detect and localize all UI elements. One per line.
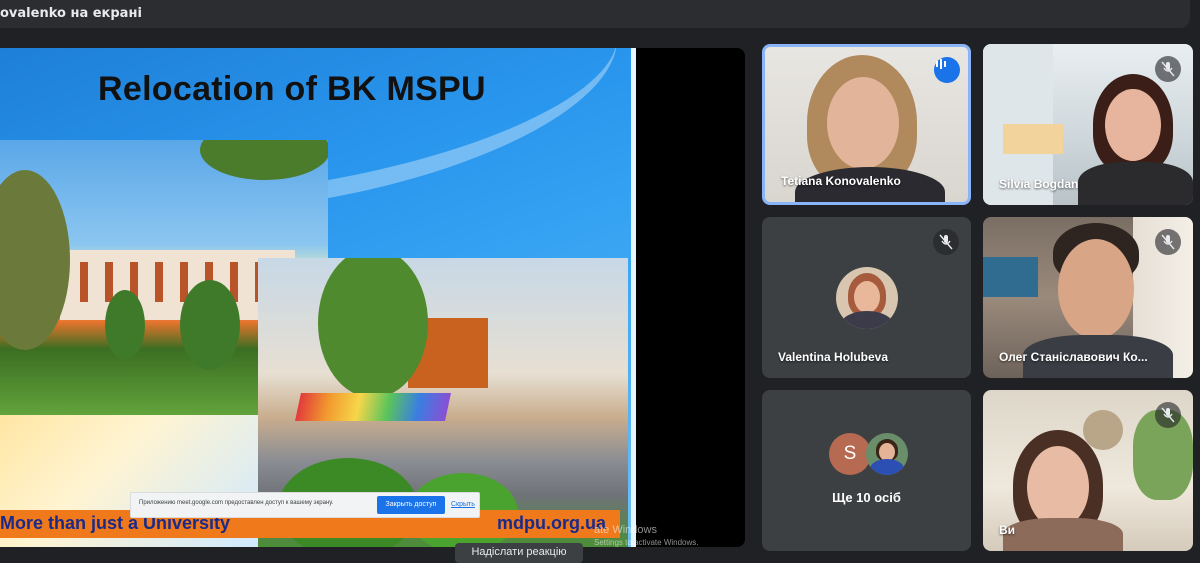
- more-participants-label: Ще 10 осіб: [832, 490, 901, 505]
- more-participants-tile[interactable]: S Ще 10 осіб: [762, 390, 971, 551]
- participant-avatar: [866, 433, 908, 475]
- participant-avatar: [836, 267, 898, 329]
- activation-line-2: Settings to activate Windows.: [594, 538, 699, 547]
- slide-footer-url: mdpu.org.ua: [497, 513, 606, 533]
- participant-tile-silvia[interactable]: Silvia Bogdan: [983, 44, 1193, 205]
- presentation-stage[interactable]: Relocation of BK MSPU More than just a U…: [0, 48, 745, 547]
- participant-initial: S: [843, 443, 857, 464]
- participant-tile-tetiana[interactable]: Tetiana Konovalenko: [762, 44, 971, 205]
- participant-initial-avatar: S: [829, 433, 871, 475]
- participant-name: Silvia Bogdan: [999, 177, 1079, 191]
- screen-share-bar: Приложению meet.google.com предоставлен …: [130, 492, 480, 518]
- hide-share-bar-link[interactable]: Скрыть: [451, 501, 475, 508]
- self-view-tile[interactable]: Ви: [983, 390, 1193, 551]
- activation-line-1: ate Windows: [594, 524, 657, 536]
- slide-title: Relocation of BK MSPU: [98, 70, 486, 108]
- participant-name: Олег Станіславович Ко...: [999, 350, 1148, 364]
- mic-off-icon: [1155, 229, 1181, 255]
- mic-off-icon: [1155, 56, 1181, 82]
- participant-name: Valentina Holubeva: [778, 350, 889, 364]
- participant-tile-oleg[interactable]: Олег Станіславович Ко...: [983, 217, 1193, 378]
- speaking-indicator-icon: [934, 57, 960, 83]
- participant-tile-valentina[interactable]: Valentina Holubeva: [762, 217, 971, 378]
- share-message: Приложению meet.google.com предоставлен …: [139, 500, 334, 506]
- send-reaction-tooltip: Надіслати реакцію: [455, 543, 583, 563]
- mic-off-icon: [1155, 402, 1181, 428]
- participant-name: Tetiana Konovalenko: [781, 174, 901, 188]
- participant-name: Ви: [999, 523, 1016, 537]
- mic-off-icon: [933, 229, 959, 255]
- presentation-header: ovalenko на екрані: [0, 0, 1190, 28]
- presenting-label: ovalenko на екрані: [0, 6, 142, 21]
- slide-edge: [631, 48, 636, 547]
- rainbow-bench: [295, 393, 451, 421]
- stop-sharing-button[interactable]: Закрыть доступ: [377, 496, 445, 514]
- presented-slide: Relocation of BK MSPU More than just a U…: [0, 48, 636, 547]
- windows-activation-watermark: ate Windows Settings to activate Windows…: [594, 524, 699, 547]
